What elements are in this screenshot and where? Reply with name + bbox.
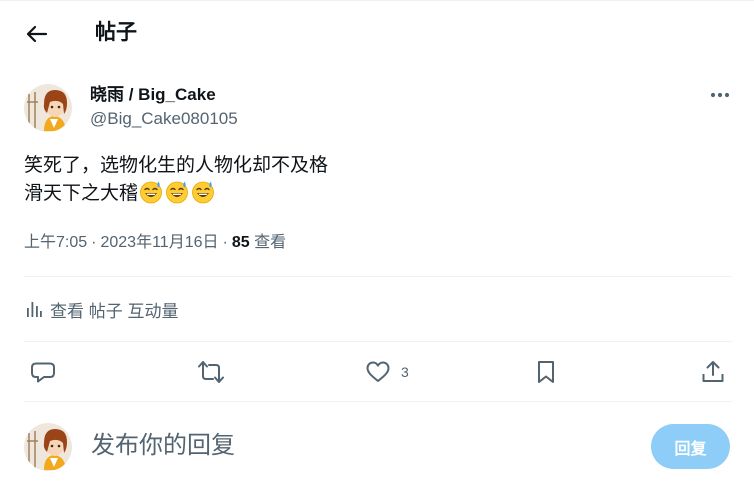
analytics-bars-icon — [27, 302, 42, 317]
divider — [24, 401, 732, 402]
author-display-name[interactable]: 晓雨 / Big_Cake — [90, 84, 216, 106]
reply-input[interactable]: 发布你的回复 — [91, 429, 235, 463]
more-options-button[interactable] — [706, 84, 734, 106]
reply-action-button[interactable] — [30, 358, 56, 386]
post-text: 笑死了，选物化生的人物化却不及格 滑天下之大稽 — [24, 152, 724, 213]
heart-icon — [366, 361, 390, 382]
like-count: 3 — [401, 364, 409, 380]
author-avatar[interactable] — [24, 84, 72, 132]
repost-icon — [198, 361, 224, 383]
divider — [24, 341, 732, 342]
speech-bubble-icon — [31, 362, 55, 383]
emoji-group — [139, 180, 217, 213]
page-title: 帖子 — [95, 21, 137, 44]
post-date: 2023年11月16日 — [100, 234, 219, 251]
divider — [24, 276, 732, 277]
views-label: 查看 — [254, 234, 287, 251]
meta-separator: · — [222, 234, 228, 251]
share-action-button[interactable] — [700, 358, 726, 386]
view-engagements-link[interactable]: 查看 帖子 互动量 — [24, 296, 178, 322]
post-timestamp[interactable]: 上午7:05 · 2023年11月16日 — [24, 234, 219, 251]
bookmark-icon — [538, 361, 554, 383]
views-count: 85 — [231, 234, 250, 251]
author-handle[interactable]: @Big_Cake080105 — [90, 108, 238, 130]
view-engagements-label: 查看 帖子 互动量 — [50, 301, 179, 321]
repost-action-button[interactable] — [197, 358, 225, 386]
like-action-button[interactable]: 3 — [365, 358, 409, 386]
meta-separator: · — [91, 234, 97, 251]
sweat-smile-emoji-icon — [166, 181, 188, 204]
avatar-image — [24, 84, 72, 132]
sweat-smile-emoji-icon — [192, 181, 214, 204]
reply-submit-button[interactable]: 回复 — [651, 424, 730, 469]
current-user-avatar[interactable] — [24, 423, 72, 471]
page-header: 帖子 — [0, 1, 754, 65]
sweat-smile-emoji-icon — [140, 181, 162, 204]
post-text-fragment: 滑天下之大稽 — [24, 183, 139, 204]
bookmark-action-button[interactable] — [534, 358, 558, 386]
back-button[interactable] — [20, 17, 54, 51]
post-text-line: 滑天下之大稽 — [24, 180, 724, 213]
more-dots-icon — [710, 92, 730, 98]
post-text-line: 笑死了，选物化生的人物化却不及格 — [24, 155, 329, 176]
avatar-image — [24, 423, 72, 471]
post-meta: 上午7:05 · 2023年11月16日 · 85 查看 — [24, 232, 286, 254]
back-arrow-icon — [26, 25, 48, 43]
share-icon — [702, 361, 724, 382]
post-time: 上午7:05 — [24, 234, 88, 251]
